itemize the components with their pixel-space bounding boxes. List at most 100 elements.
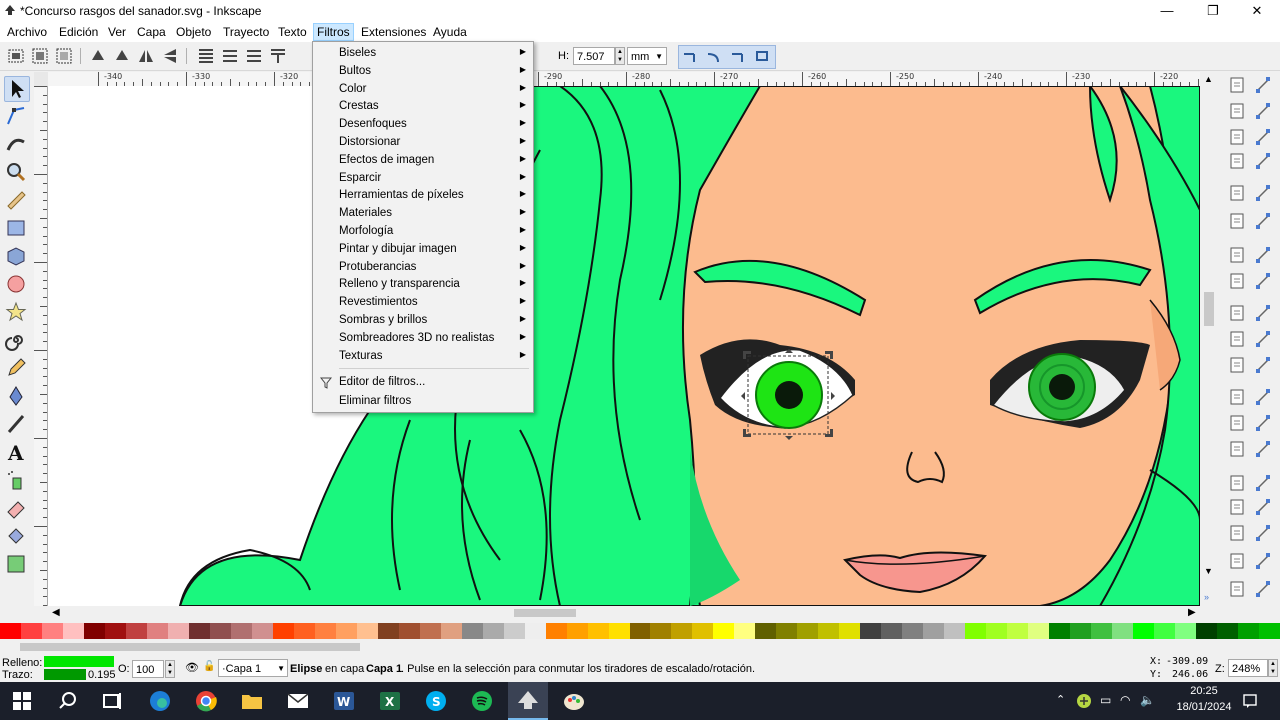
unit-select[interactable]: mm ▼ [627, 47, 667, 65]
calligraphy-tool-icon[interactable] [4, 412, 28, 436]
color-swatch[interactable] [272, 623, 295, 639]
deselect-icon[interactable] [54, 46, 74, 66]
color-swatch[interactable] [461, 623, 484, 639]
menu-item-filter-category[interactable]: Protuberancias ▶ [314, 259, 532, 277]
selector-tool-icon[interactable] [4, 76, 30, 102]
excel-icon[interactable]: X [378, 689, 402, 713]
menu-item-filter-category[interactable]: Morfología ▶ [314, 223, 532, 241]
color-swatch[interactable] [881, 623, 903, 639]
menu-item-filter-category[interactable]: Sombras y brillos ▶ [314, 312, 532, 330]
wifi-icon[interactable]: ◠ [1120, 693, 1130, 707]
eraser-tool-icon[interactable] [4, 496, 28, 520]
new-document-icon[interactable] [1228, 76, 1246, 94]
snap-option-icon[interactable] [1254, 76, 1272, 94]
color-swatch[interactable] [650, 623, 672, 639]
snap-option-icon[interactable] [1254, 580, 1272, 598]
color-swatch[interactable] [1007, 623, 1029, 639]
scale-corners-icon[interactable] [704, 46, 724, 66]
spiral-tool-icon[interactable] [4, 328, 28, 352]
color-swatch[interactable] [20, 623, 43, 639]
color-palette[interactable] [0, 623, 1280, 639]
stroke-swatch[interactable] [44, 669, 86, 680]
menu-item-filter-category[interactable]: Crestas ▶ [314, 98, 532, 116]
color-swatch[interactable] [146, 623, 169, 639]
gradient-tool-icon[interactable] [4, 552, 28, 576]
menu-item-filter-category[interactable]: Efectos de imagen ▶ [314, 152, 532, 170]
horizontal-scrollbar[interactable]: ◀ ▶ [48, 606, 1200, 620]
color-swatch[interactable] [944, 623, 966, 639]
zoom-spinner[interactable]: ▲ ▼ [1268, 659, 1278, 677]
maximize-button[interactable]: ❐ [1190, 0, 1236, 22]
color-swatch[interactable] [335, 623, 358, 639]
import-icon[interactable] [1228, 184, 1246, 202]
flip-horizontal-icon[interactable] [136, 46, 156, 66]
opacity-spinner[interactable]: ▲ ▼ [165, 660, 175, 678]
volume-icon[interactable]: 🔈 [1140, 693, 1155, 707]
paste-icon[interactable] [1228, 356, 1246, 374]
color-swatch[interactable] [230, 623, 253, 639]
color-swatch[interactable] [818, 623, 840, 639]
menu-archivo[interactable]: Archivo [4, 24, 50, 40]
scroll-down-icon[interactable]: ▼ [1204, 566, 1213, 576]
clone-icon[interactable] [1228, 498, 1246, 516]
color-swatch[interactable] [965, 623, 987, 639]
scroll-left-icon[interactable]: ◀ [52, 607, 60, 618]
color-swatch[interactable] [1217, 623, 1239, 639]
color-swatch[interactable] [1259, 623, 1280, 639]
clock-time[interactable]: 20:25 [1180, 685, 1228, 697]
inkscape-icon[interactable] [516, 689, 540, 713]
pen-tool-icon[interactable] [4, 384, 28, 408]
menu-item-filter-category[interactable]: Pintar y dibujar imagen ▶ [314, 241, 532, 259]
color-swatch[interactable] [482, 623, 505, 639]
mail-icon[interactable] [286, 689, 310, 713]
menu-texto[interactable]: Texto [275, 24, 310, 40]
zoom-selection-icon[interactable] [1228, 388, 1246, 406]
color-swatch[interactable] [1238, 623, 1260, 639]
word-icon[interactable]: W [332, 689, 356, 713]
menu-item-filter-category[interactable]: Sombreadores 3D no realistas ▶ [314, 330, 532, 348]
menu-item-remove-filters[interactable]: Eliminar filtros [314, 393, 532, 411]
color-swatch[interactable] [860, 623, 882, 639]
color-swatch[interactable] [440, 623, 463, 639]
measure-tool-icon[interactable] [4, 188, 28, 212]
menu-objeto[interactable]: Objeto [173, 24, 214, 40]
menu-item-filter-category[interactable]: Revestimientos ▶ [314, 294, 532, 312]
snap-option-icon[interactable] [1254, 498, 1272, 516]
menu-item-filter-category[interactable]: Desenfoques ▶ [314, 116, 532, 134]
select-all-layers-icon[interactable] [30, 46, 50, 66]
color-swatch[interactable] [83, 623, 106, 639]
snap-option-icon[interactable] [1254, 212, 1272, 230]
color-swatch[interactable] [1091, 623, 1113, 639]
opacity-input[interactable]: 100 [132, 660, 164, 678]
color-swatch[interactable] [545, 623, 568, 639]
paint-icon[interactable] [562, 689, 586, 713]
color-swatch[interactable] [167, 623, 190, 639]
save-icon[interactable] [1228, 128, 1246, 146]
color-swatch[interactable] [671, 623, 693, 639]
node-tool-icon[interactable] [4, 104, 28, 128]
task-view-icon[interactable] [100, 689, 124, 713]
eye-icon[interactable]: 👁 [185, 661, 199, 674]
color-swatch[interactable] [755, 623, 777, 639]
color-swatch[interactable] [776, 623, 798, 639]
menu-item-filter-category[interactable]: Relleno y transparencia ▶ [314, 276, 532, 294]
color-swatch[interactable] [1154, 623, 1176, 639]
zoom-tool-icon[interactable] [4, 160, 28, 184]
paint-bucket-tool-icon[interactable] [4, 524, 28, 548]
duplicate-icon[interactable] [1228, 474, 1246, 492]
snap-option-icon[interactable] [1254, 102, 1272, 120]
menu-item-filter-category[interactable]: Herramientas de píxeles ▶ [314, 187, 532, 205]
color-swatch[interactable] [377, 623, 400, 639]
color-swatch[interactable] [1175, 623, 1197, 639]
snap-option-icon[interactable] [1254, 330, 1272, 348]
color-swatch[interactable] [734, 623, 756, 639]
scroll-up-icon[interactable]: ▲ [1204, 74, 1213, 84]
color-swatch[interactable] [188, 623, 211, 639]
skype-icon[interactable]: S [424, 689, 448, 713]
copy-icon[interactable] [1228, 304, 1246, 322]
menu-item-filter-editor[interactable]: Editor de filtros... [314, 374, 532, 392]
clock-date[interactable]: 18/01/2024 [1170, 701, 1238, 713]
color-swatch[interactable] [398, 623, 421, 639]
raise-to-top-icon[interactable] [196, 46, 216, 66]
color-swatch[interactable] [209, 623, 232, 639]
